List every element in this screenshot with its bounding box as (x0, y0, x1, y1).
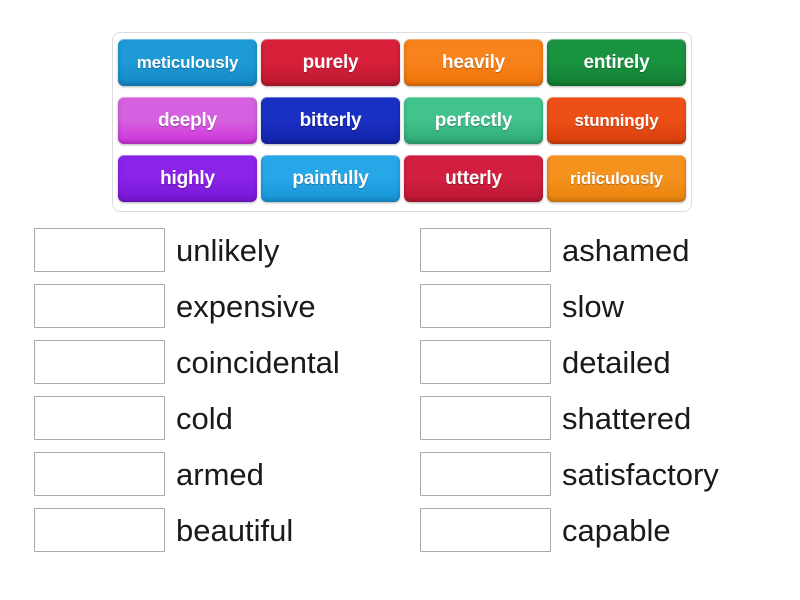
answer-word: coincidental (176, 344, 340, 380)
answer-row: armed (34, 446, 414, 502)
answer-word: cold (176, 400, 233, 436)
answer-word: armed (176, 456, 264, 492)
word-tile-entirely[interactable]: entirely (547, 39, 686, 86)
answer-word: capable (562, 512, 671, 548)
answer-row: satisfactory (420, 446, 800, 502)
answer-row: cold (34, 390, 414, 446)
answer-column-left: unlikely expensive coincidental cold arm… (34, 222, 414, 567)
word-tile-heavily[interactable]: heavily (404, 39, 543, 86)
answer-row: shattered (420, 390, 800, 446)
word-tile-painfully[interactable]: painfully (261, 155, 400, 202)
answer-word: expensive (176, 288, 316, 324)
word-tile-label: highly (160, 167, 215, 189)
drop-zone[interactable] (34, 228, 165, 272)
answer-row: unlikely (34, 222, 414, 278)
word-tile-label: utterly (445, 167, 502, 189)
word-tile-ridiculously[interactable]: ridiculously (547, 155, 686, 202)
word-tile-perfectly[interactable]: perfectly (404, 97, 543, 144)
answer-row: ashamed (420, 222, 800, 278)
answer-row: expensive (34, 278, 414, 334)
answer-word: slow (562, 288, 625, 324)
drop-zone[interactable] (420, 228, 551, 272)
word-bank: meticulously purely heavily entirely dee… (112, 32, 692, 212)
word-bank-row-2: deeply bitterly perfectly stunningly (118, 97, 686, 147)
answer-word: detailed (562, 344, 671, 380)
word-bank-row-3: highly painfully utterly ridiculously (118, 155, 686, 205)
answer-word: beautiful (176, 512, 294, 548)
drop-zone[interactable] (34, 340, 165, 384)
drop-zone[interactable] (420, 508, 551, 552)
word-tile-purely[interactable]: purely (261, 39, 400, 86)
drop-zone[interactable] (34, 452, 165, 496)
word-tile-stunningly[interactable]: stunningly (547, 97, 686, 144)
answer-word: ashamed (562, 232, 690, 268)
word-tile-label: meticulously (136, 52, 239, 72)
drop-zone[interactable] (420, 284, 551, 328)
word-tile-label: bitterly (299, 109, 362, 131)
drop-zone[interactable] (420, 340, 551, 384)
word-bank-row-1: meticulously purely heavily entirely (118, 39, 686, 89)
drop-zone[interactable] (34, 284, 165, 328)
drop-zone[interactable] (420, 396, 551, 440)
word-tile-utterly[interactable]: utterly (404, 155, 543, 202)
word-tile-label: ridiculously (569, 168, 663, 188)
word-tile-label: purely (302, 51, 359, 73)
answer-area: unlikely expensive coincidental cold arm… (0, 222, 800, 567)
answer-row: coincidental (34, 334, 414, 390)
drop-zone[interactable] (420, 452, 551, 496)
word-tile-label: stunningly (574, 110, 659, 130)
word-tile-label: deeply (158, 109, 217, 131)
answer-word: satisfactory (562, 456, 719, 492)
drop-zone[interactable] (34, 396, 165, 440)
answer-row: detailed (420, 334, 800, 390)
word-tile-label: entirely (583, 51, 650, 73)
answer-word: shattered (562, 400, 692, 436)
word-tile-meticulously[interactable]: meticulously (118, 39, 257, 86)
answer-column-right: ashamed slow detailed shattered satisfac… (420, 222, 800, 567)
word-tile-label: heavily (441, 51, 506, 73)
word-tile-bitterly[interactable]: bitterly (261, 97, 400, 144)
answer-row: capable (420, 502, 800, 558)
drop-zone[interactable] (34, 508, 165, 552)
word-tile-label: perfectly (434, 109, 513, 131)
answer-word: unlikely (176, 232, 280, 268)
word-tile-deeply[interactable]: deeply (118, 97, 257, 144)
answer-row: slow (420, 278, 800, 334)
word-tile-label: painfully (292, 167, 369, 189)
answer-row: beautiful (34, 502, 414, 558)
word-tile-highly[interactable]: highly (118, 155, 257, 202)
